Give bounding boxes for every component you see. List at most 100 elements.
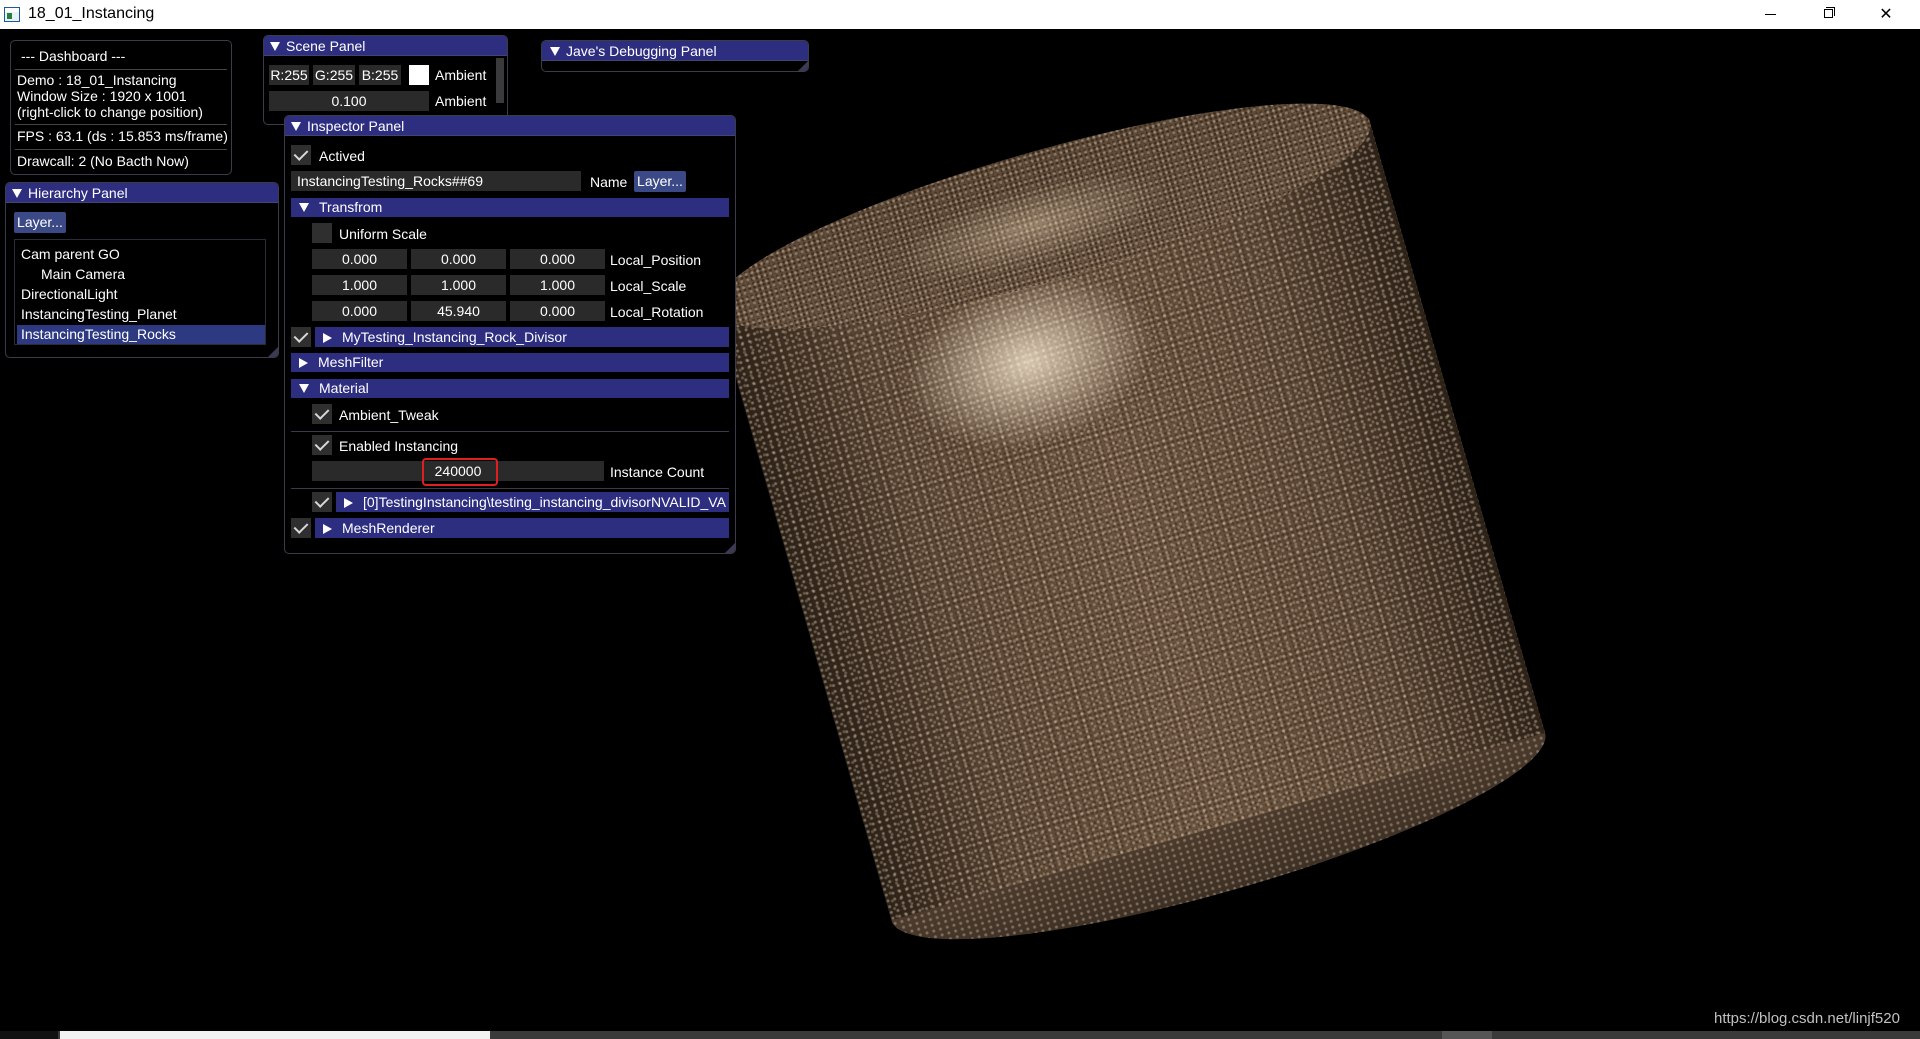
window-title: 18_01_Instancing bbox=[28, 5, 155, 22]
inspector-panel-title: Inspector Panel bbox=[307, 118, 405, 134]
taskbar-segment bbox=[60, 1031, 490, 1039]
material-section-header[interactable]: Material bbox=[291, 379, 729, 398]
meshfilter-section-title: MeshFilter bbox=[318, 354, 384, 370]
scale-x-field[interactable]: 1.000 bbox=[312, 275, 407, 295]
divisor-component-header[interactable]: MyTesting_Instancing_Rock_Divisor bbox=[315, 327, 729, 347]
inspector-layer-button[interactable]: Layer... bbox=[634, 171, 686, 192]
object-name-label: Name bbox=[590, 174, 628, 190]
dashboard-demo: Demo : 18_01_Instancing bbox=[17, 72, 177, 88]
collapse-icon bbox=[270, 42, 280, 51]
divisor-component-title: MyTesting_Instancing_Rock_Divisor bbox=[342, 329, 567, 345]
inspector-panel[interactable]: Inspector Panel Actived InstancingTestin… bbox=[284, 115, 736, 554]
close-icon: ✕ bbox=[1879, 6, 1893, 23]
scene-panel[interactable]: Scene Panel R:255 G:255 B:255 Ambient 0.… bbox=[263, 35, 508, 125]
restore-icon bbox=[1824, 9, 1833, 18]
position-z-field[interactable]: 0.000 bbox=[510, 249, 605, 269]
watermark-url: https://blog.csdn.net/linjf520 bbox=[1714, 1010, 1900, 1027]
instanced-rocks-cylinder bbox=[698, 60, 1563, 983]
expand-icon bbox=[323, 333, 332, 343]
resize-grip[interactable] bbox=[725, 543, 735, 553]
collapse-icon bbox=[299, 384, 309, 393]
rotation-y-field[interactable]: 45.940 bbox=[411, 301, 506, 321]
hierarchy-item-instancing-planet[interactable]: InstancingTesting_Planet bbox=[21, 305, 269, 324]
collapse-icon bbox=[12, 189, 22, 198]
enabled-instancing-label: Enabled Instancing bbox=[339, 438, 459, 454]
dashboard-header: --- Dashboard --- bbox=[21, 48, 126, 64]
taskbar-segment bbox=[1442, 1031, 1492, 1039]
scale-z-field[interactable]: 1.000 bbox=[510, 275, 605, 295]
dashboard-separator bbox=[15, 124, 227, 125]
minimize-button[interactable] bbox=[1747, 0, 1793, 29]
dashboard-panel[interactable]: --- Dashboard --- Demo : 18_01_Instancin… bbox=[10, 40, 232, 175]
expand-icon bbox=[299, 358, 308, 368]
instance-count-label: Instance Count bbox=[610, 464, 705, 480]
ambient-tweak-checkbox[interactable] bbox=[312, 404, 332, 424]
dashboard-separator bbox=[15, 69, 227, 70]
meshrenderer-checkbox[interactable] bbox=[291, 518, 311, 538]
position-y-field[interactable]: 0.000 bbox=[411, 249, 506, 269]
meshrenderer-section-title: MeshRenderer bbox=[342, 520, 435, 536]
hierarchy-list: Cam parent GO Main Camera DirectionalLig… bbox=[14, 239, 266, 345]
taskbar-segment bbox=[0, 1031, 58, 1039]
actived-label: Actived bbox=[319, 148, 365, 164]
transform-section-title: Transfrom bbox=[319, 199, 383, 215]
shader-entry-checkbox[interactable] bbox=[312, 492, 332, 512]
meshrenderer-section-header[interactable]: MeshRenderer bbox=[315, 518, 729, 538]
resize-grip[interactable] bbox=[798, 61, 808, 71]
debugging-panel-header[interactable]: Jave's Debugging Panel bbox=[542, 41, 808, 61]
restore-button[interactable] bbox=[1805, 0, 1851, 29]
ambient-r-field[interactable]: R:255 bbox=[269, 65, 309, 85]
divisor-component-checkbox[interactable] bbox=[291, 327, 311, 347]
hierarchy-item-instancing-rocks[interactable]: InstancingTesting_Rocks bbox=[17, 325, 265, 344]
app-icon bbox=[4, 7, 20, 22]
dashboard-separator bbox=[15, 149, 227, 150]
hierarchy-panel-header[interactable]: Hierarchy Panel bbox=[6, 183, 278, 203]
ambient-g-field[interactable]: G:255 bbox=[313, 65, 355, 85]
scene-panel-scrollbar[interactable] bbox=[496, 58, 504, 103]
material-divider bbox=[291, 431, 729, 432]
enabled-instancing-checkbox[interactable] bbox=[312, 435, 332, 455]
minimize-icon bbox=[1765, 14, 1776, 15]
close-button[interactable]: ✕ bbox=[1863, 0, 1909, 29]
debugging-panel[interactable]: Jave's Debugging Panel bbox=[541, 40, 809, 72]
ambient-tweak-label: Ambient_Tweak bbox=[339, 407, 439, 423]
object-name-input[interactable]: InstancingTesting_Rocks##69 bbox=[291, 171, 581, 191]
rotation-x-field[interactable]: 0.000 bbox=[312, 301, 407, 321]
transform-section-header[interactable]: Transfrom bbox=[291, 198, 729, 217]
material-section-title: Material bbox=[319, 380, 369, 396]
actived-checkbox[interactable] bbox=[291, 145, 311, 165]
expand-icon bbox=[344, 498, 353, 508]
shader-entry-title: [0]TestingInstancing\testing_instancing_… bbox=[363, 494, 726, 510]
window-title-bar: 18_01_Instancing ✕ bbox=[0, 0, 1920, 29]
rotation-z-field[interactable]: 0.000 bbox=[510, 301, 605, 321]
collapse-icon bbox=[291, 122, 301, 131]
dashboard-drawcall: Drawcall: 2 (No Bacth Now) bbox=[17, 153, 189, 169]
hierarchy-layer-button[interactable]: Layer... bbox=[14, 212, 66, 233]
rotation-label: Local_Rotation bbox=[610, 304, 704, 320]
position-x-field[interactable]: 0.000 bbox=[312, 249, 407, 269]
instance-count-highlight bbox=[422, 458, 498, 486]
ambient-color-swatch[interactable] bbox=[409, 65, 429, 85]
ambient-value-field[interactable]: 0.100 bbox=[269, 91, 429, 111]
scale-y-field[interactable]: 1.000 bbox=[411, 275, 506, 295]
collapse-icon bbox=[299, 203, 309, 212]
scene-panel-header[interactable]: Scene Panel bbox=[264, 36, 507, 56]
collapse-icon bbox=[550, 47, 560, 56]
uniform-scale-label: Uniform Scale bbox=[339, 226, 427, 242]
dashboard-fps: FPS : 63.1 (ds : 15.853 ms/frame) bbox=[17, 128, 228, 144]
shader-entry-header[interactable]: [0]TestingInstancing\testing_instancing_… bbox=[336, 492, 729, 512]
ambient-b-field[interactable]: B:255 bbox=[359, 65, 401, 85]
uniform-scale-checkbox[interactable] bbox=[312, 223, 332, 243]
hierarchy-item-cam-parent-go[interactable]: Cam parent GO bbox=[21, 245, 269, 264]
position-label: Local_Position bbox=[610, 252, 702, 268]
hierarchy-item-directional-light[interactable]: DirectionalLight bbox=[21, 285, 269, 304]
ambient-value-label: Ambient bbox=[435, 93, 487, 109]
inspector-panel-header[interactable]: Inspector Panel bbox=[285, 116, 735, 136]
hierarchy-item-main-camera[interactable]: Main Camera bbox=[41, 265, 278, 284]
resize-grip[interactable] bbox=[268, 347, 278, 357]
meshfilter-section-header[interactable]: MeshFilter bbox=[291, 353, 729, 372]
expand-icon bbox=[323, 524, 332, 534]
hierarchy-panel[interactable]: Hierarchy Panel Layer... Cam parent GO M… bbox=[5, 182, 279, 358]
material-divider bbox=[291, 488, 729, 489]
debugging-panel-title: Jave's Debugging Panel bbox=[566, 43, 717, 59]
